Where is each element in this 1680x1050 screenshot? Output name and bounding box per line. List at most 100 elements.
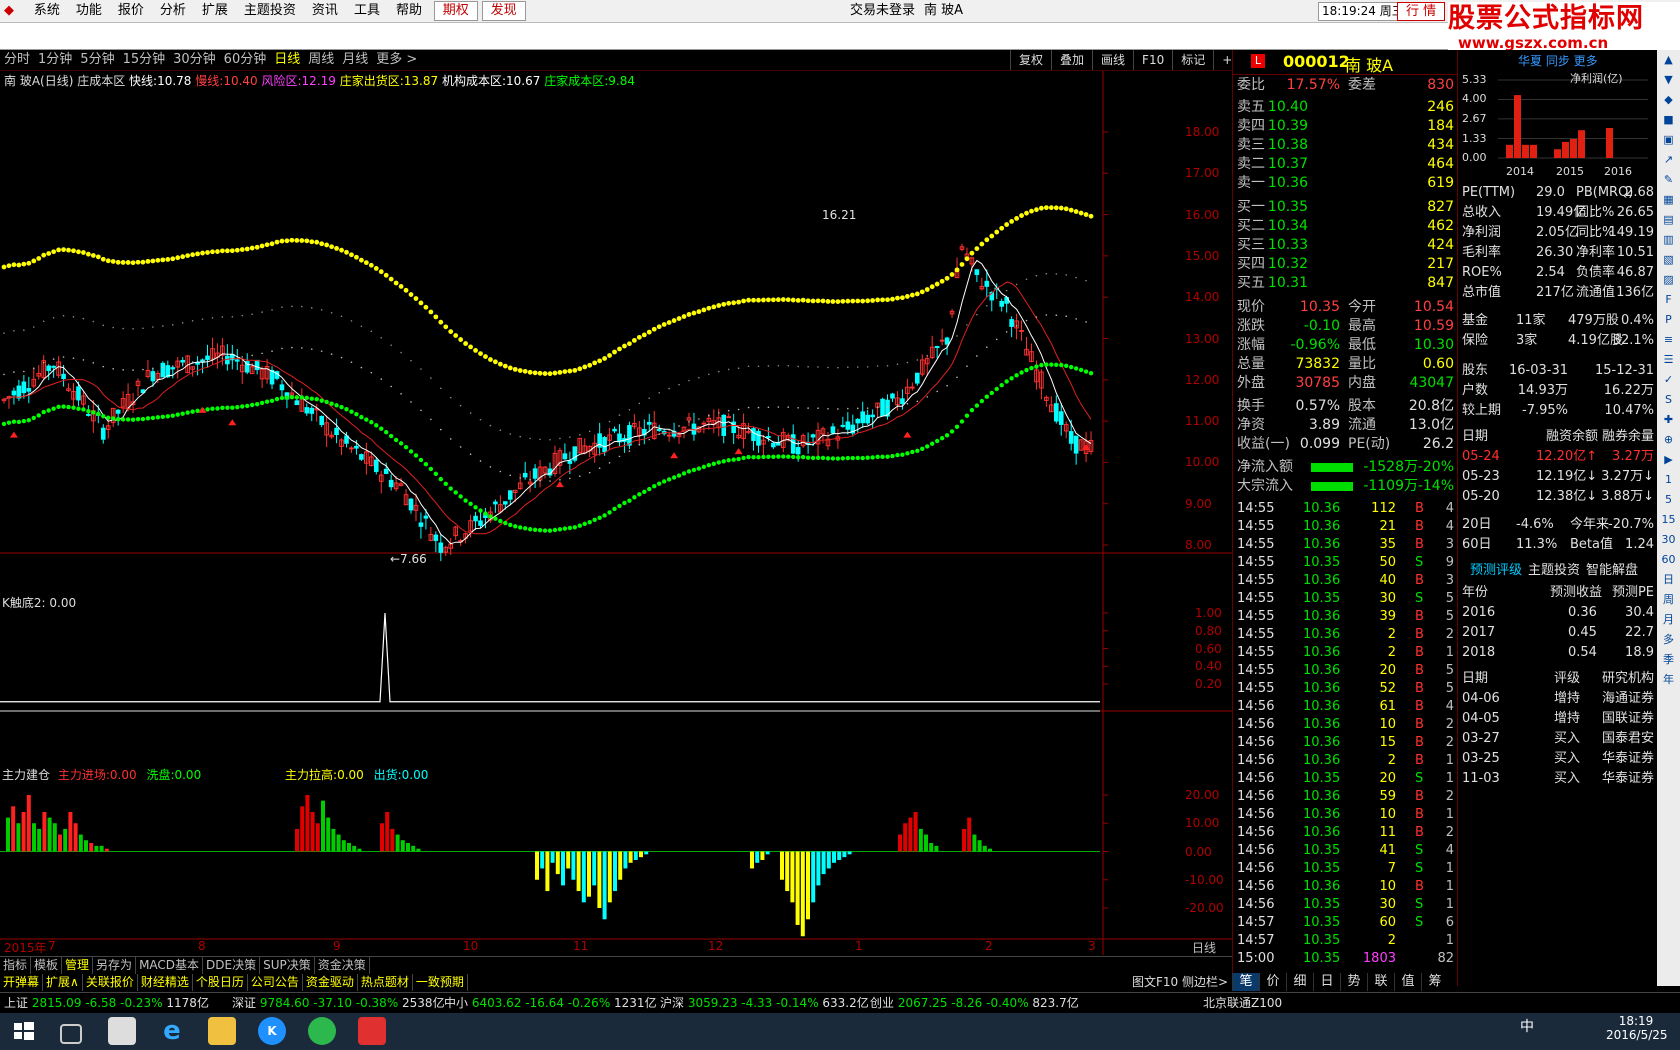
period-tab[interactable]: 分时: [0, 50, 34, 70]
f10-tabs[interactable]: 华夏 同步 更多: [1518, 52, 1598, 69]
market-button[interactable]: 行 情: [1397, 2, 1446, 21]
side-tool-icon[interactable]: F: [1657, 290, 1680, 310]
period-tab[interactable]: 周线: [304, 50, 338, 70]
login-status[interactable]: 交易未登录: [850, 0, 915, 22]
menu-item[interactable]: 分析: [152, 0, 194, 22]
side-tool-icon[interactable]: ◆: [1657, 90, 1680, 110]
folder-icon[interactable]: [208, 1017, 236, 1045]
side-tool-icon[interactable]: S: [1657, 390, 1680, 410]
browser-360-icon[interactable]: [308, 1017, 336, 1045]
side-tool-icon[interactable]: 30: [1657, 530, 1680, 550]
period-tab[interactable]: 1分钟: [34, 50, 76, 70]
side-tool-icon[interactable]: 1: [1657, 470, 1680, 490]
detail-tab[interactable]: 笔: [1232, 973, 1259, 991]
detail-tab[interactable]: 细: [1286, 973, 1313, 991]
side-tool-icon[interactable]: ✓: [1657, 370, 1680, 390]
side-tool-icon[interactable]: ✎: [1657, 170, 1680, 190]
side-tool-icon[interactable]: 年: [1657, 670, 1680, 690]
kline-chart-area[interactable]: [0, 71, 1232, 955]
side-tool-icon[interactable]: ▧: [1657, 250, 1680, 270]
menu-item[interactable]: 系统: [26, 0, 68, 22]
detail-tab[interactable]: 联: [1367, 973, 1394, 991]
app-icon[interactable]: ◆: [0, 0, 22, 22]
period-tab[interactable]: 月线: [338, 50, 372, 70]
chart-tool-button[interactable]: 叠加: [1051, 50, 1092, 70]
period-tab[interactable]: 60分钟: [220, 50, 271, 70]
menu-item[interactable]: 帮助: [388, 0, 430, 22]
period-tab[interactable]: 30分钟: [169, 50, 220, 70]
index-quote[interactable]: 中小 6403.62 -16.64 -0.26% 1231亿: [444, 993, 657, 1013]
side-tool-icon[interactable]: 多: [1657, 630, 1680, 650]
index-quote[interactable]: 创业 2067.25 -8.26 -0.40% 823.7亿: [870, 993, 1079, 1013]
ime-indicator[interactable]: 中: [1520, 1016, 1534, 1036]
period-tab[interactable]: 更多 >: [372, 50, 421, 70]
indicator-tab[interactable]: MACD基本: [136, 957, 204, 974]
chart-tool-button[interactable]: 标记: [1172, 50, 1213, 70]
index-quote[interactable]: 深证 9784.60 -37.10 -0.38% 2538亿: [232, 993, 445, 1013]
chart-tool-button[interactable]: F10: [1133, 50, 1172, 70]
side-tool-icon[interactable]: ▤: [1657, 210, 1680, 230]
feature-tab[interactable]: 资金驱动: [303, 974, 358, 991]
menu-item[interactable]: 功能: [68, 0, 110, 22]
indicator-tab[interactable]: DDE决策: [203, 957, 261, 974]
feature-tab[interactable]: 一致预期: [413, 974, 468, 991]
side-tool-icon[interactable]: ■: [1657, 110, 1680, 130]
index-quote[interactable]: 沪深 3059.23 -4.33 -0.14% 633.2亿: [660, 993, 869, 1013]
detail-tab[interactable]: 值: [1394, 973, 1421, 991]
side-tool-icon[interactable]: 日: [1657, 570, 1680, 590]
menu-item[interactable]: 报价: [110, 0, 152, 22]
side-tool-icon[interactable]: ▦: [1657, 190, 1680, 210]
indicator-tab[interactable]: SUP决策: [260, 957, 315, 974]
feature-tab[interactable]: 公司公告: [248, 974, 303, 991]
period-tab[interactable]: 15分钟: [119, 50, 170, 70]
edge-icon[interactable]: e: [158, 1017, 186, 1045]
menu-item[interactable]: 资讯: [304, 0, 346, 22]
side-tool-icon[interactable]: ↗: [1657, 150, 1680, 170]
forecast-tab[interactable]: 智能解盘: [1586, 563, 1638, 578]
k-app-icon[interactable]: K: [258, 1017, 286, 1045]
side-tool-icon[interactable]: ☰: [1657, 350, 1680, 370]
feature-tab[interactable]: 扩展∧: [43, 974, 83, 991]
detail-tab[interactable]: 筹: [1421, 973, 1448, 991]
side-tool-icon[interactable]: ✚: [1657, 410, 1680, 430]
side-tool-icon[interactable]: ▣: [1657, 130, 1680, 150]
side-tool-icon[interactable]: P: [1657, 310, 1680, 330]
period-tab[interactable]: 日线: [270, 50, 304, 70]
app-swirl-icon[interactable]: [108, 1017, 136, 1045]
side-tool-icon[interactable]: ⊕: [1657, 430, 1680, 450]
side-tool-icon[interactable]: 5: [1657, 490, 1680, 510]
indicator-tab[interactable]: 资金决策: [315, 957, 370, 974]
detail-tab[interactable]: 价: [1259, 973, 1286, 991]
start-icon[interactable]: [10, 1017, 38, 1045]
side-tool-icon[interactable]: ▼: [1657, 70, 1680, 90]
feature-tab[interactable]: 开弹幕: [0, 974, 44, 991]
chart-tool-button[interactable]: 画线: [1092, 50, 1133, 70]
side-tool-icon[interactable]: 周: [1657, 590, 1680, 610]
forecast-tab[interactable]: 主题投资: [1528, 563, 1580, 578]
menu-options[interactable]: 期权: [433, 1, 478, 21]
menu-discover[interactable]: 发现: [481, 1, 526, 21]
feature-tab[interactable]: 热点题材: [358, 974, 413, 991]
stock-app-icon[interactable]: [358, 1017, 386, 1045]
task-view-icon[interactable]: [60, 1024, 82, 1044]
period-tab[interactable]: 5分钟: [76, 50, 118, 70]
indicator-tab[interactable]: 指标: [0, 957, 32, 974]
menu-item[interactable]: 工具: [346, 0, 388, 22]
side-tool-icon[interactable]: 季: [1657, 650, 1680, 670]
indicator-tab[interactable]: 管理: [62, 957, 94, 974]
side-tool-icon[interactable]: ≡: [1657, 330, 1680, 350]
menu-item[interactable]: 扩展: [194, 0, 236, 22]
side-tool-icon[interactable]: ▲: [1657, 50, 1680, 70]
feature-tab[interactable]: 关联报价: [83, 974, 138, 991]
feature-tab[interactable]: 财经精选: [138, 974, 193, 991]
side-tool-icon[interactable]: 15: [1657, 510, 1680, 530]
side-tool-icon[interactable]: ▨: [1657, 270, 1680, 290]
menu-item[interactable]: 主题投资: [236, 0, 304, 22]
forecast-tab[interactable]: 预测评级: [1470, 563, 1522, 578]
indicator-tab[interactable]: 模板: [31, 957, 63, 974]
side-tool-icon[interactable]: ▥: [1657, 230, 1680, 250]
indicator-tab[interactable]: 另存为: [93, 957, 137, 974]
chart-tool-button[interactable]: 复权: [1010, 50, 1051, 70]
detail-tab[interactable]: 势: [1340, 973, 1367, 991]
feature-tab[interactable]: 个股日历: [193, 974, 248, 991]
